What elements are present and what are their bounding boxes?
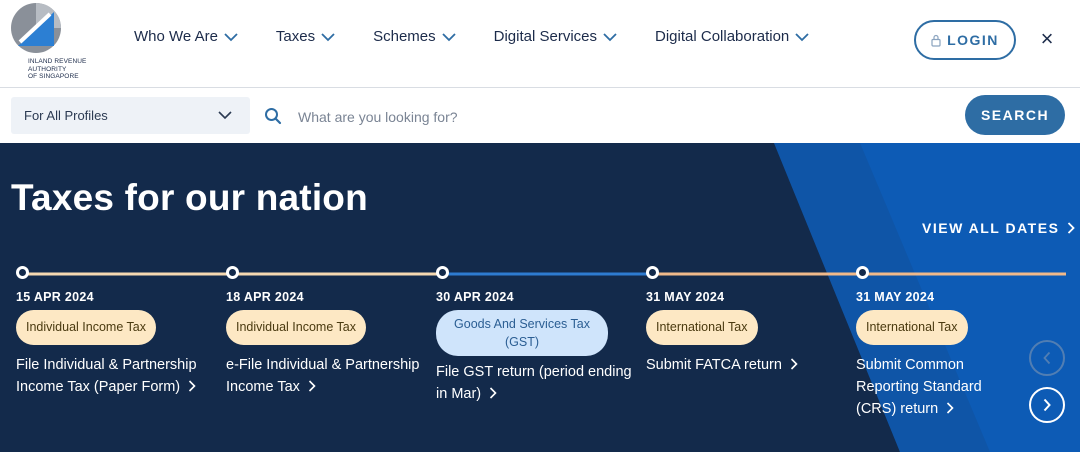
search-bar: For All Profiles SEARCH [0, 89, 1080, 143]
event-link[interactable]: Submit FATCA return [646, 354, 846, 376]
nav-item-label: Digital Services [493, 28, 598, 45]
chevron-down-icon [442, 32, 456, 41]
view-all-dates-label: VIEW ALL DATES [922, 220, 1060, 236]
event-tag: Goods And Services Tax (GST) [436, 310, 608, 356]
event-date: 31 MAY 2024 [646, 290, 725, 304]
main-nav: Who We Are Taxes Schemes Digital Service… [134, 28, 847, 45]
timeline-dot [226, 266, 239, 279]
chevron-right-icon [947, 401, 954, 414]
event-link[interactable]: File Individual & Partnership Income Tax… [16, 354, 216, 398]
chevron-right-icon [790, 357, 798, 370]
timeline-line [22, 272, 1066, 276]
nav-item-label: Taxes [275, 28, 316, 45]
search-button[interactable]: SEARCH [965, 95, 1065, 135]
chevron-right-icon [1043, 398, 1051, 412]
timeline-event: 15 APR 2024 Individual Income Tax File I… [16, 290, 216, 398]
event-link[interactable]: Submit Common Reporting Standard (CRS) r… [856, 354, 1016, 420]
event-date: 31 MAY 2024 [856, 290, 935, 304]
chevron-right-icon [308, 379, 316, 392]
close-icon[interactable]: × [1036, 28, 1058, 50]
event-description: Submit Common Reporting Standard (CRS) r… [856, 356, 982, 417]
hero-title: Taxes for our nation [11, 177, 368, 218]
event-link[interactable]: e-File Individual & Partnership Income T… [226, 354, 426, 398]
nav-item-digital-services[interactable]: Digital Services [494, 28, 617, 45]
login-button[interactable]: LOGIN [914, 20, 1016, 60]
site-header: INLAND REVENUE AUTHORITY OF SINGAPORE Wh… [0, 0, 1080, 88]
timeline-dot [16, 266, 29, 279]
iras-logo-mark-icon [11, 3, 61, 53]
iras-logo[interactable]: INLAND REVENUE AUTHORITY OF SINGAPORE [10, 2, 90, 84]
view-all-dates-link[interactable]: VIEW ALL DATES [922, 220, 1076, 236]
timeline-dot [646, 266, 659, 279]
nav-item-label: Who We Are [134, 28, 218, 45]
lock-icon [931, 34, 941, 47]
event-date: 18 APR 2024 [226, 290, 304, 304]
event-description: e-File Individual & Partnership Income T… [226, 356, 420, 395]
nav-item-digital-collaboration[interactable]: Digital Collaboration [655, 28, 809, 45]
chevron-down-icon [321, 32, 335, 41]
event-description: File GST return (period ending in Mar) [436, 364, 632, 402]
timeline-dot [436, 266, 449, 279]
event-tag: Individual Income Tax [226, 310, 366, 345]
timeline-event: 31 MAY 2024 International Tax Submit Com… [856, 290, 1016, 420]
event-tag: International Tax [856, 310, 968, 345]
nav-item-label: Schemes [373, 28, 436, 45]
nav-item-label: Digital Collaboration [655, 28, 790, 45]
event-tag: International Tax [646, 310, 758, 345]
event-date: 30 APR 2024 [436, 290, 514, 304]
hero-section: Taxes for our nation VIEW ALL DATES 15 A… [0, 143, 1080, 452]
chevron-down-icon [218, 111, 232, 120]
chevron-down-icon [224, 32, 238, 41]
chevron-down-icon [603, 32, 617, 41]
chevron-left-icon [1043, 351, 1051, 365]
chevron-down-icon [795, 32, 809, 41]
timeline-event: 31 MAY 2024 International Tax Submit FAT… [646, 290, 846, 376]
chevron-right-icon [189, 379, 196, 392]
search-icon [265, 108, 282, 125]
event-description: Submit FATCA return [646, 356, 782, 373]
login-label: LOGIN [947, 32, 999, 48]
carousel-prev-button[interactable] [1029, 340, 1065, 376]
profile-select-value: For All Profiles [24, 108, 108, 123]
chevron-right-icon [1068, 222, 1076, 234]
event-description: File Individual & Partnership Income Tax… [16, 356, 197, 395]
timeline-event: 30 APR 2024 Goods And Services Tax (GST)… [436, 290, 636, 405]
timeline-dot [856, 266, 869, 279]
event-tag: Individual Income Tax [16, 310, 156, 345]
event-date: 15 APR 2024 [16, 290, 94, 304]
nav-item-taxes[interactable]: Taxes [276, 28, 335, 45]
nav-item-who-we-are[interactable]: Who We Are [134, 28, 238, 45]
chevron-right-icon [490, 387, 497, 399]
nav-item-schemes[interactable]: Schemes [373, 28, 456, 45]
event-link[interactable]: File GST return (period ending in Mar) [436, 361, 636, 405]
timeline-event: 18 APR 2024 Individual Income Tax e-File… [226, 290, 426, 398]
logo-text: INLAND REVENUE AUTHORITY OF SINGAPORE [28, 58, 87, 80]
profile-select[interactable]: For All Profiles [11, 97, 250, 134]
carousel-next-button[interactable] [1029, 387, 1065, 423]
search-input[interactable] [298, 105, 938, 129]
